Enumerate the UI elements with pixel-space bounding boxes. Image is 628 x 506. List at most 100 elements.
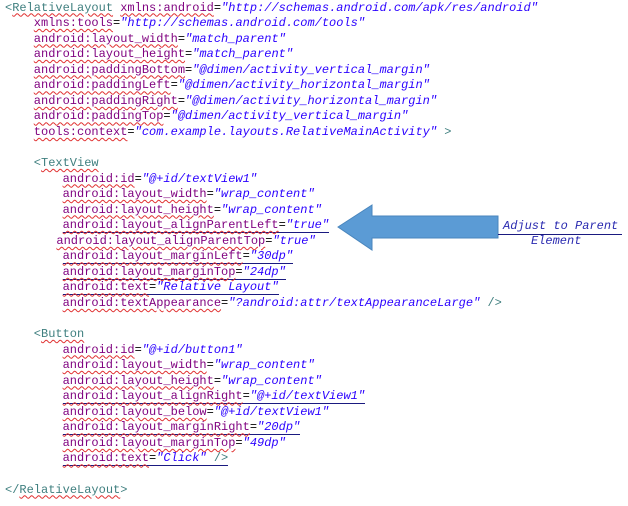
attribute-value: "match_parent": [192, 47, 294, 62]
tag-bracket: <: [33, 327, 41, 342]
attribute-name: android:layout_height: [62, 373, 214, 388]
code-line-attribute: android:layout_below="@+id/textView1": [63, 405, 329, 420]
equals-sign: =: [249, 420, 258, 435]
code-line-attribute: android:layout_width="wrap_content": [63, 358, 315, 373]
code-line-attribute: android:id="@+id/button1": [63, 343, 243, 358]
attribute-name: android:layout_height: [62, 202, 214, 217]
equals-sign: =: [213, 202, 222, 217]
attribute-value: "@dimen/activity_horizontal_margin": [177, 78, 430, 93]
tag-bracket: </: [5, 482, 20, 497]
attribute-value: "@dimen/activity_horizontal_margin": [185, 93, 438, 108]
code-line-attribute: android:text="Click" />: [62, 451, 229, 467]
attribute-name: android:layout_below: [62, 404, 207, 419]
attribute-value: "wrap_content": [221, 373, 322, 388]
code-line-attribute: android:layout_height="wrap_content": [63, 203, 322, 218]
code-line-attribute: android:paddingLeft="@dimen/activity_hor…: [34, 78, 430, 93]
code-line-attribute: android:layout_marginRight="20dp": [62, 420, 301, 436]
code-line-attribute: tools:context="com.example.layouts.Relat…: [34, 125, 452, 140]
tag-close: />: [480, 295, 502, 310]
code-line-attribute: android:layout_alignParentTop="true": [56, 234, 315, 249]
attribute-name: android:textAppearance: [62, 295, 222, 310]
code-line-attribute: android:text="Relative Layout": [62, 280, 279, 296]
attribute-name: android:paddingBottom: [33, 62, 186, 77]
attribute-name: android:paddingLeft: [33, 78, 171, 93]
attribute-value: "49dp": [242, 435, 286, 450]
code-line-tag-textview: <TextView: [34, 156, 99, 171]
attribute-name: android:layout_alignParentLeft: [62, 218, 279, 233]
attribute-value: "@dimen/activity_vertical_margin": [192, 62, 430, 77]
code-line-attribute: android:paddingTop="@dimen/activity_vert…: [34, 109, 408, 124]
attribute-value: "http://schemas.android.com/apk/res/andr…: [221, 0, 538, 15]
code-line-tag-relativelayout: </RelativeLayout>: [5, 483, 127, 498]
equals-sign: =: [177, 93, 186, 108]
equals-sign: =: [242, 389, 250, 404]
code-line-attribute: android:layout_alignParentLeft="true": [62, 218, 330, 234]
attribute-name: android:text: [62, 280, 150, 295]
tag-close: >: [120, 482, 128, 497]
equals-sign: =: [163, 109, 171, 124]
attribute-name: android:layout_width: [62, 358, 207, 373]
attribute-value: "com.example.layouts.RelativeMainActivit…: [134, 124, 438, 139]
attribute-value: "match_parent": [185, 31, 286, 46]
equals-sign: =: [213, 0, 222, 15]
attribute-value: "true": [285, 218, 330, 233]
tag-close: >: [437, 124, 452, 139]
equals-sign: =: [235, 264, 243, 279]
code-line-attribute: android:id="@+id/textView1": [63, 172, 257, 187]
code-line-attribute: android:layout_width="match_parent": [34, 32, 286, 47]
equals-sign: =: [278, 218, 286, 233]
attribute-name: android:layout_alignParentTop: [56, 233, 266, 248]
code-line-attribute: android:layout_marginLeft="30dp": [62, 249, 294, 265]
equals-sign: =: [242, 249, 250, 264]
attribute-value: "Relative Layout": [156, 280, 279, 295]
attribute-name: android:layout_marginTop: [62, 435, 236, 450]
code-line-attribute: android:layout_width="wrap_content": [63, 187, 315, 202]
attribute-value: "@+id/textView1": [249, 389, 366, 404]
attribute-value: "@+id/button1": [141, 342, 243, 357]
attribute-name: android:layout_alignRight: [62, 389, 243, 404]
attribute-name: android:layout_marginLeft: [62, 249, 243, 264]
equals-sign: =: [206, 358, 214, 373]
attribute-name: android:layout_width: [33, 31, 178, 46]
attribute-name: xmlns:tools: [33, 16, 114, 31]
tag-bracket: <: [33, 156, 41, 170]
tag-close: />: [206, 451, 229, 466]
attribute-name: android:layout_marginTop: [62, 264, 236, 279]
equals-sign: =: [127, 124, 135, 139]
code-line-attribute: android:layout_marginTop="24dp": [62, 264, 286, 280]
annotation-text-line2: Element: [531, 234, 582, 248]
attribute-name: android:id: [62, 171, 135, 186]
tag-name: RelativeLayout: [12, 0, 114, 15]
equals-sign: =: [213, 373, 222, 388]
attribute-name: android:id: [62, 342, 135, 357]
code-line-attribute: android:paddingBottom="@dimen/activity_v…: [34, 63, 430, 78]
code-line-attribute: android:layout_height="wrap_content": [63, 374, 322, 389]
tag-name: TextView: [41, 156, 99, 170]
attribute-value: "true": [272, 233, 316, 248]
attribute-name: tools:context: [33, 124, 128, 139]
attribute-value: "wrap_content": [213, 187, 315, 202]
attribute-value: "wrap_content": [213, 358, 315, 373]
attribute-value: "@+id/textView1": [141, 171, 258, 186]
attribute-value: "30dp": [249, 249, 294, 264]
left-arrow-icon: [337, 204, 499, 251]
code-line-tag-button: <Button: [34, 327, 84, 342]
equals-sign: =: [134, 342, 142, 357]
attribute-name: android:layout_marginRight: [62, 420, 250, 435]
attribute-value: "http://schemas.android.com/tools": [120, 16, 366, 31]
attribute-value: "@dimen/activity_vertical_margin": [170, 109, 409, 124]
attribute-name: xmlns:android: [120, 0, 214, 15]
attribute-value: "20dp": [257, 420, 301, 435]
equals-sign: =: [170, 78, 178, 93]
tag-name: RelativeLayout: [19, 482, 121, 497]
attribute-name: android:layout_height: [33, 47, 186, 62]
attribute-value: "24dp": [242, 264, 286, 279]
annotation-text-line1: Adjust to Parent: [503, 219, 619, 233]
equals-sign: =: [235, 435, 243, 450]
attribute-name: android:layout_width: [62, 187, 207, 202]
attribute-value: "Click": [156, 451, 207, 466]
code-line-tag-relativelayout: <RelativeLayout xmlns:android="http://sc…: [5, 1, 538, 16]
code-line-attribute: android:textAppearance="?android:attr/te…: [63, 296, 502, 311]
code-line-attribute: android:layout_alignRight="@+id/textView…: [62, 389, 366, 405]
attribute-value: "?android:attr/textAppearanceLarge": [228, 295, 481, 310]
